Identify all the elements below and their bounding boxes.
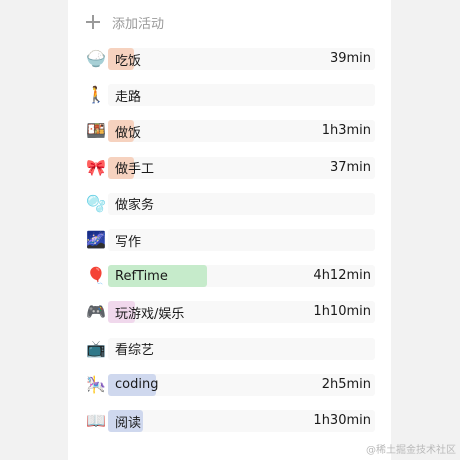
activity-card: 添加活动 🍚 吃饭 39min 🚶 走路 🍱 做饭 1h3min 🎀 做手工 37min 🫧 做家务 🌌 写… xyxy=(68,0,391,460)
activity-row[interactable]: 🎮 玩游戏/娱乐 1h10min xyxy=(86,301,375,324)
activity-label: 写作 xyxy=(115,234,142,250)
activity-row[interactable]: 🍚 吃饭 39min xyxy=(86,48,375,70)
watermark: @稀土掘金技术社区 xyxy=(366,445,456,456)
activity-label: RefTime xyxy=(115,268,168,284)
gamepad-icon: 🎮 xyxy=(86,302,106,322)
activity-row[interactable]: 📺 看综艺 xyxy=(86,337,375,360)
activity-label: 做家务 xyxy=(115,198,155,214)
activity-row[interactable]: 📖 阅读 1h30min xyxy=(86,410,375,432)
activity-label: 吃饭 xyxy=(115,53,142,69)
activity-label: 做手工 xyxy=(115,162,155,178)
tv-icon: 📺 xyxy=(86,338,106,358)
activity-row[interactable]: 🫧 做家务 xyxy=(86,192,375,215)
bubbles-icon: 🫧 xyxy=(86,193,106,213)
add-activity-label: 添加活动 xyxy=(112,16,165,32)
activity-duration: 2h5min xyxy=(321,376,371,392)
activity-duration: 37min xyxy=(329,159,371,175)
activity-row[interactable]: 🌌 写作 xyxy=(86,229,375,251)
activity-row[interactable]: 🍱 做饭 1h3min xyxy=(86,120,375,143)
activity-row-track xyxy=(108,84,375,107)
activity-row[interactable]: 🎠 coding 2h5min xyxy=(86,373,375,396)
night-sky-icon: 🌌 xyxy=(86,230,106,249)
activity-label: 玩游戏/娱乐 xyxy=(115,306,185,322)
book-icon: 📖 xyxy=(86,411,106,430)
activity-duration: 1h10min xyxy=(313,304,371,320)
activity-label: 看综艺 xyxy=(115,343,155,359)
activity-row-track xyxy=(108,229,375,251)
activity-duration: 1h30min xyxy=(313,413,371,428)
activity-label: 阅读 xyxy=(115,415,142,431)
carousel-icon: 🎠 xyxy=(86,374,106,394)
activity-row[interactable]: 🎈 RefTime 4h12min xyxy=(86,265,375,288)
activity-duration: 1h3min xyxy=(321,123,371,139)
add-activity-button[interactable]: 添加活动 xyxy=(86,10,164,34)
plus-icon xyxy=(86,15,100,29)
activity-row[interactable]: 🚶 走路 xyxy=(86,84,375,107)
balloon-icon: 🎈 xyxy=(86,266,106,286)
activity-duration: 39min xyxy=(329,51,371,66)
activity-row[interactable]: 🎀 做手工 37min xyxy=(86,156,375,179)
ribbon-icon: 🎀 xyxy=(86,157,106,177)
activity-label: coding xyxy=(115,377,159,393)
activity-duration: 4h12min xyxy=(313,268,371,284)
walking-icon: 🚶 xyxy=(86,85,106,105)
rice-icon: 🍚 xyxy=(86,49,106,68)
bottom-fade xyxy=(68,450,391,460)
activity-label: 走路 xyxy=(115,89,142,105)
bento-icon: 🍱 xyxy=(86,121,106,141)
activity-label: 做饭 xyxy=(115,125,142,141)
